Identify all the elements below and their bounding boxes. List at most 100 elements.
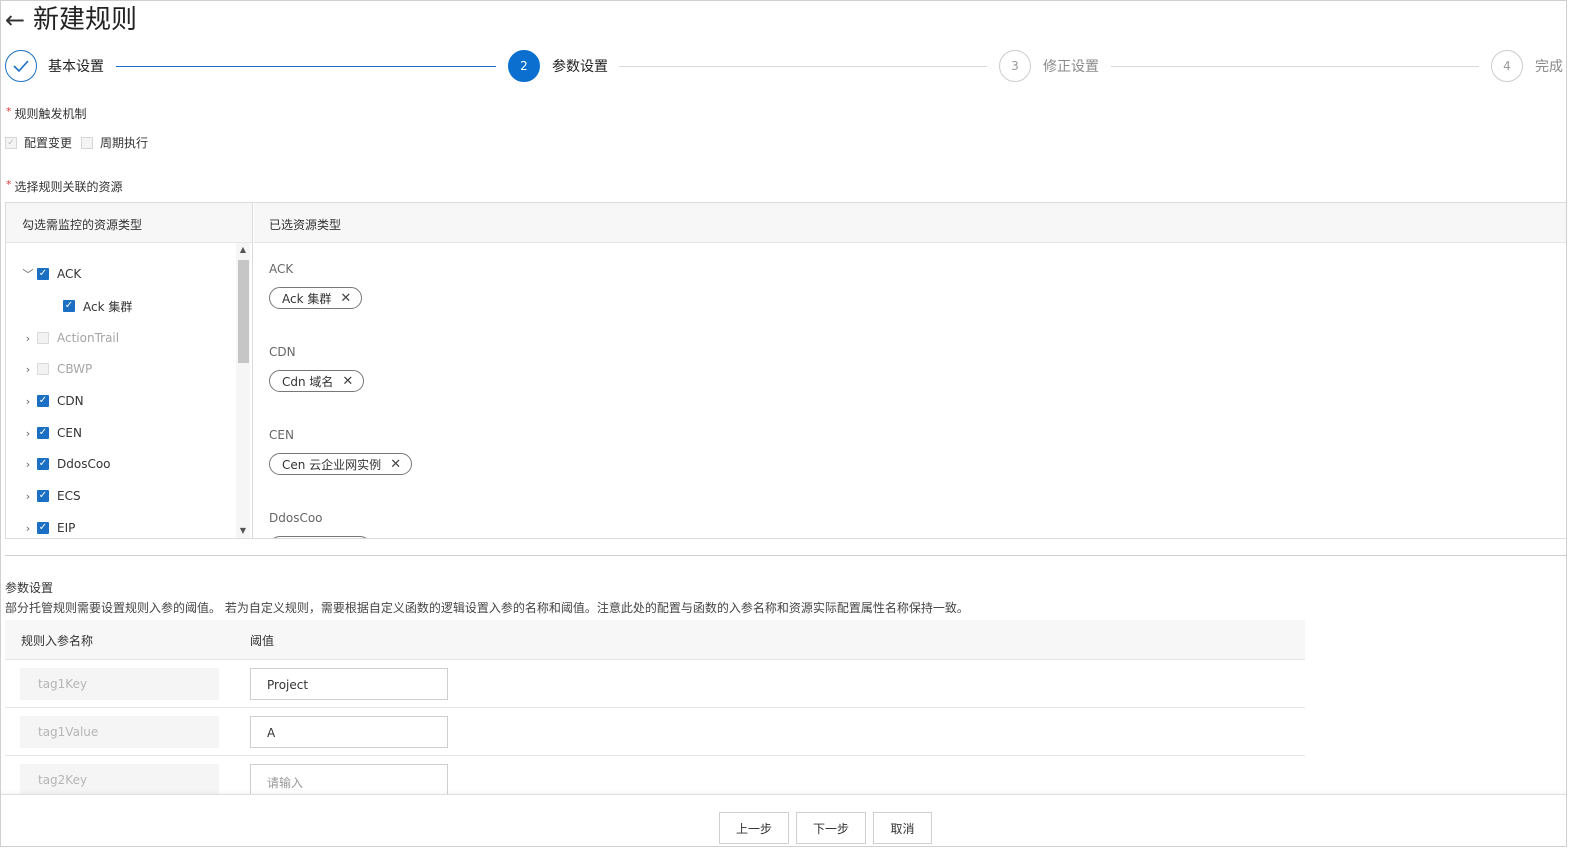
page-title: 新建规则 bbox=[33, 5, 138, 35]
back-arrow-icon[interactable]: ← bbox=[5, 5, 29, 35]
tree-item-label: DdosCoo bbox=[57, 457, 111, 471]
resource-section-label: * 选择规则关联的资源 bbox=[6, 178, 123, 195]
params-table: 规则入参名称 阈值 tag1Key Project tag1Value A ta… bbox=[5, 620, 1305, 804]
tree-item-label: CDN bbox=[57, 394, 84, 408]
tree-checkbox[interactable]: ✓ bbox=[63, 300, 75, 312]
section-divider bbox=[5, 555, 1566, 556]
tree-item-label: EIP bbox=[57, 521, 76, 535]
chevron-right-icon[interactable]: › bbox=[21, 522, 35, 535]
tree-checkbox[interactable] bbox=[37, 332, 49, 344]
chevron-right-icon[interactable]: › bbox=[21, 458, 35, 471]
wizard-steps: 基本设置 2 参数设置 3 修正设置 4 完成 bbox=[5, 50, 1566, 84]
tree-item-eip[interactable]: › ✓ EIP bbox=[21, 519, 76, 537]
selected-tag: Cen 云企业网实例 ✕ bbox=[269, 453, 413, 475]
tree-checkbox[interactable]: ✓ bbox=[37, 522, 49, 534]
close-icon[interactable]: ✕ bbox=[342, 374, 353, 389]
close-icon[interactable]: ✕ bbox=[340, 291, 351, 306]
step-connector-3 bbox=[1111, 66, 1479, 67]
resource-tree-header: 勾选需监控的资源类型 bbox=[6, 203, 253, 243]
page-frame: ← 新建规则 基本设置 2 参数设置 3 修正设置 4 完成 * 规则触发机制 ✓… bbox=[0, 0, 1567, 847]
config-change-checkbox[interactable]: ✓ bbox=[5, 136, 17, 149]
config-change-label: 配置变更 bbox=[24, 136, 73, 150]
step-2-circle: 2 bbox=[508, 50, 540, 82]
step-1-label: 基本设置 bbox=[48, 59, 104, 75]
resource-transfer-panel: 勾选需监控的资源类型 已选资源类型 ﹀ ✓ ACK ✓ Ack 集群 › Act… bbox=[5, 202, 1566, 539]
step-4-label: 完成 bbox=[1535, 59, 1563, 75]
tree-checkbox[interactable]: ✓ bbox=[37, 268, 49, 280]
chevron-down-icon[interactable]: ﹀ bbox=[21, 266, 35, 282]
selected-tag: Cdn 域名 ✕ bbox=[269, 370, 365, 392]
scroll-up-icon[interactable]: ▲ bbox=[236, 243, 250, 257]
cancel-button[interactable]: 取消 bbox=[873, 812, 932, 844]
tree-item-label: ActionTrail bbox=[57, 331, 120, 345]
threshold-input[interactable]: 请输入 bbox=[250, 764, 448, 796]
chevron-right-icon[interactable]: › bbox=[21, 490, 35, 503]
tree-item-label: CEN bbox=[57, 426, 82, 440]
resource-label-text: 选择规则关联的资源 bbox=[14, 180, 123, 194]
tree-item-ack-cluster[interactable]: ✓ Ack 集群 bbox=[61, 297, 132, 315]
chevron-right-icon[interactable]: › bbox=[21, 363, 35, 376]
threshold-input[interactable]: Project bbox=[250, 668, 448, 700]
scroll-down-icon[interactable]: ▼ bbox=[236, 524, 250, 538]
periodic-checkbox[interactable] bbox=[81, 136, 94, 149]
step-3-circle: 3 bbox=[999, 50, 1031, 82]
col-param-name: 规则入参名称 bbox=[21, 634, 94, 648]
selected-resources-list: ACK Ack 集群 ✕ CDN Cdn 域名 ✕ CEN Cen 云企业网实例… bbox=[254, 243, 1566, 538]
tree-item-actiontrail[interactable]: › ActionTrail bbox=[21, 329, 119, 347]
chevron-right-icon[interactable]: › bbox=[21, 395, 35, 408]
selected-resources-header: 已选资源类型 bbox=[254, 203, 1566, 243]
tree-item-cbwp[interactable]: › CBWP bbox=[21, 360, 93, 378]
params-description: 部分托管规则需要设置规则入参的阈值。 若为自定义规则，需要根据自定义函数的逻辑设… bbox=[5, 601, 969, 615]
step-2-label: 参数设置 bbox=[552, 59, 608, 75]
close-icon[interactable]: ✕ bbox=[390, 457, 401, 472]
tree-item-cen[interactable]: › ✓ CEN bbox=[21, 424, 82, 442]
periodic-label: 周期执行 bbox=[100, 136, 149, 150]
tree-item-cdn[interactable]: › ✓ CDN bbox=[21, 392, 84, 410]
tree-checkbox[interactable] bbox=[37, 363, 49, 375]
chevron-right-icon[interactable]: › bbox=[21, 427, 35, 440]
param-name-field: tag2Key bbox=[20, 764, 219, 796]
tree-item-label: CBWP bbox=[57, 362, 93, 376]
tag-label: Ack 集群 bbox=[282, 291, 332, 306]
param-name-field: tag1Key bbox=[20, 668, 219, 700]
step-connector-1 bbox=[116, 66, 496, 67]
trigger-section-label: * 规则触发机制 bbox=[6, 105, 87, 122]
tree-checkbox[interactable]: ✓ bbox=[37, 395, 49, 407]
tree-checkbox[interactable]: ✓ bbox=[37, 427, 49, 439]
footer-bar: 上一步 下一步 取消 bbox=[1, 794, 1566, 846]
required-mark: * bbox=[6, 105, 12, 118]
tag-label: Cen 云企业网实例 bbox=[282, 457, 382, 472]
param-name-field: tag1Value bbox=[20, 716, 219, 748]
tree-checkbox[interactable]: ✓ bbox=[37, 458, 49, 470]
tree-checkbox[interactable]: ✓ bbox=[37, 490, 49, 502]
scrollbar-thumb[interactable] bbox=[238, 260, 249, 363]
tree-item-ecs[interactable]: › ✓ ECS bbox=[21, 487, 81, 505]
selected-group-title: ACK bbox=[269, 262, 294, 276]
table-row: tag1Value A bbox=[5, 708, 1305, 756]
step-3-label: 修正设置 bbox=[1043, 59, 1099, 75]
selected-group-title: CEN bbox=[269, 428, 294, 442]
tree-item-ddoscoo[interactable]: › ✓ DdosCoo bbox=[21, 455, 111, 473]
trigger-label-text: 规则触发机制 bbox=[14, 107, 87, 121]
page-header: ← 新建规则 bbox=[5, 3, 137, 37]
tree-item-label: ACK bbox=[57, 267, 82, 281]
params-title: 参数设置 bbox=[5, 581, 54, 595]
tag-label: Cdn 域名 bbox=[282, 374, 334, 389]
tree-item-label: ECS bbox=[57, 489, 81, 503]
required-mark: * bbox=[6, 178, 12, 191]
prev-step-button[interactable]: 上一步 bbox=[719, 812, 789, 844]
selected-group-title: CDN bbox=[269, 345, 296, 359]
step-1-check-icon bbox=[5, 50, 37, 82]
selected-tag: Ack 集群 ✕ bbox=[269, 287, 363, 309]
tree-scrollbar[interactable]: ▲ ▼ bbox=[236, 243, 250, 538]
tree-item-ack[interactable]: ﹀ ✓ ACK bbox=[21, 265, 82, 283]
chevron-right-icon[interactable]: › bbox=[21, 332, 35, 345]
next-step-button[interactable]: 下一步 bbox=[796, 812, 866, 844]
params-table-header: 规则入参名称 阈值 bbox=[5, 620, 1305, 660]
threshold-input[interactable]: A bbox=[250, 716, 448, 748]
selected-tag bbox=[269, 536, 371, 538]
resource-tree: ﹀ ✓ ACK ✓ Ack 集群 › ActionTrail › CBWP › … bbox=[6, 243, 253, 538]
tree-item-label: Ack 集群 bbox=[83, 299, 133, 314]
table-row: tag1Key Project bbox=[5, 660, 1305, 708]
col-threshold: 阈值 bbox=[250, 634, 275, 648]
